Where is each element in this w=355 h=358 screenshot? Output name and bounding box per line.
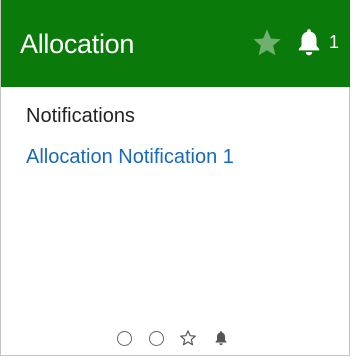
card-title: Allocation (20, 29, 135, 59)
circle-icon[interactable] (117, 331, 132, 346)
bell-icon[interactable] (296, 27, 322, 57)
notification-link[interactable]: Allocation Notification 1 (26, 145, 234, 169)
bell-icon[interactable] (214, 330, 228, 346)
section-label: Notifications (26, 105, 135, 127)
allocation-card: Allocation 1 Notifications Allocation No… (0, 0, 350, 356)
star-outline-icon[interactable] (179, 329, 197, 347)
circle-icon[interactable] (149, 331, 164, 346)
card-pager (117, 329, 227, 349)
star-icon[interactable] (251, 27, 283, 59)
card-header: Allocation 1 (1, 0, 350, 87)
notification-count: 1 (329, 32, 340, 52)
